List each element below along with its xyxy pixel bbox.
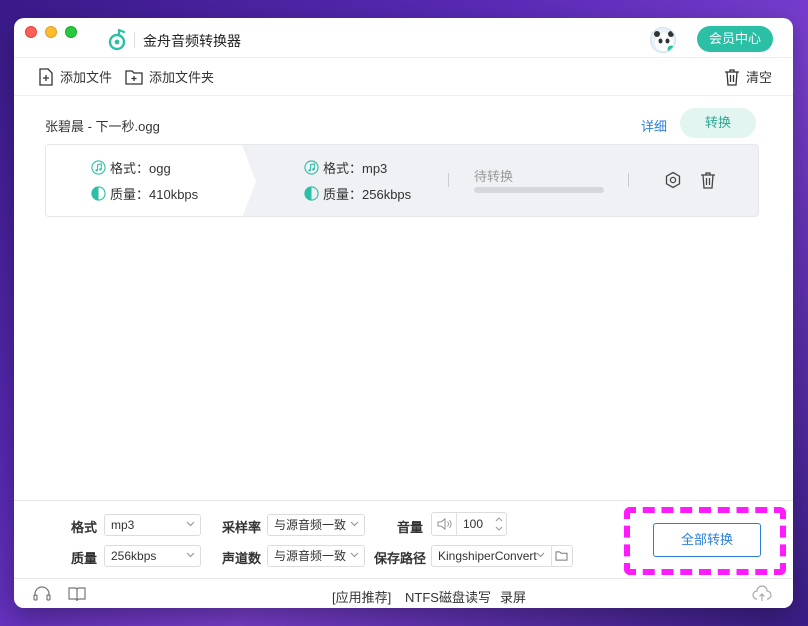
chevron-down-icon <box>350 552 359 558</box>
path-divider <box>551 546 552 566</box>
add-file-button[interactable]: 添加文件 <box>38 67 112 86</box>
title-bar: 金舟音频转换器 会员中心 <box>14 18 793 58</box>
target-format-label: 格式：mp3 <box>323 161 388 176</box>
volume-divider <box>456 513 457 535</box>
add-file-label: 添加文件 <box>60 70 113 85</box>
progress-bar <box>474 187 604 193</box>
folder-icon[interactable] <box>555 550 568 561</box>
toolbar: 添加文件 添加文件夹 清空 <box>14 58 793 96</box>
source-info <box>46 145 242 216</box>
app-recommend-link[interactable]: [应用推荐] <box>332 587 391 606</box>
sample-rate-value: 与源音频一致 <box>274 518 347 532</box>
close-window-button[interactable] <box>25 26 37 38</box>
source-format-label: 格式：ogg <box>110 161 171 176</box>
add-folder-button[interactable]: 添加文件夹 <box>125 67 214 86</box>
save-path-label: 保存路径 <box>374 551 427 566</box>
add-folder-label: 添加文件夹 <box>149 70 215 85</box>
headset-icon[interactable] <box>32 585 52 603</box>
chevron-down-icon <box>536 552 545 558</box>
app-window: 金舟音频转换器 会员中心 添加文件 添加文件夹 清空 张碧晨 - 下一秒.ogg… <box>14 18 793 608</box>
music-note-icon <box>304 160 319 175</box>
ntfs-link[interactable]: NTFS磁盘读写 <box>405 587 491 606</box>
quality-icon <box>91 186 106 201</box>
convert-button[interactable]: 转换 <box>680 108 756 138</box>
card-arrow-shape <box>234 145 256 216</box>
detail-link[interactable]: 详细 <box>641 116 667 135</box>
panda-avatar-icon <box>654 31 675 52</box>
chevron-down-icon <box>186 521 195 527</box>
app-title: 金舟音频转换器 <box>143 33 241 49</box>
chevron-down-icon <box>350 521 359 527</box>
divider <box>448 173 449 187</box>
speaker-icon <box>437 517 452 531</box>
volume-stepper-icon[interactable] <box>494 513 504 535</box>
quality-select[interactable]: 256kbps <box>104 545 201 567</box>
minimize-window-button[interactable] <box>45 26 57 38</box>
file-name: 张碧晨 - 下一秒.ogg <box>45 119 160 134</box>
target-quality: 质量：256kbps <box>304 184 411 203</box>
status-text: 待转换 <box>474 169 514 184</box>
clear-label: 清空 <box>746 70 773 85</box>
trash-icon <box>725 68 739 86</box>
music-note-icon <box>91 160 106 175</box>
format-value: mp3 <box>111 518 135 532</box>
save-path-value: KingshiperConvert <box>438 549 537 563</box>
vip-center-button[interactable]: 会员中心 <box>697 26 773 52</box>
highlight-annotation <box>624 507 786 575</box>
channel-value: 与源音频一致 <box>274 549 347 563</box>
format-label: 格式 <box>71 520 98 535</box>
sample-rate-label: 采样率 <box>222 520 262 535</box>
user-avatar[interactable] <box>650 27 676 53</box>
clear-button[interactable]: 清空 <box>724 67 772 86</box>
quality-icon <box>304 186 319 201</box>
source-quality-label: 质量：410kbps <box>110 187 199 202</box>
app-logo-icon <box>108 29 126 51</box>
volume-label: 音量 <box>397 520 424 535</box>
footer: [应用推荐] NTFS磁盘读写 录屏 <box>14 578 793 608</box>
cloud-upload-icon[interactable] <box>752 585 772 603</box>
channel-label: 声道数 <box>222 551 262 566</box>
divider <box>628 173 629 187</box>
format-select[interactable]: mp3 <box>104 514 201 536</box>
source-quality: 质量：410kbps <box>91 184 198 203</box>
book-icon[interactable] <box>67 585 87 603</box>
chevron-down-icon <box>186 552 195 558</box>
title-separator <box>134 32 135 48</box>
target-format: 格式：mp3 <box>304 158 387 177</box>
quality-value: 256kbps <box>111 549 157 563</box>
add-file-icon <box>39 67 53 86</box>
save-path-select[interactable]: KingshiperConvert <box>431 545 573 567</box>
volume-control[interactable]: 100 <box>431 512 507 536</box>
quality-label: 质量 <box>71 551 98 566</box>
settings-icon[interactable] <box>664 171 682 189</box>
delete-icon[interactable] <box>699 171 717 189</box>
add-folder-icon <box>125 69 143 85</box>
sample-rate-select[interactable]: 与源音频一致 <box>267 514 365 536</box>
volume-value: 100 <box>463 517 484 531</box>
source-format: 格式：ogg <box>91 158 171 177</box>
channel-select[interactable]: 与源音频一致 <box>267 545 365 567</box>
target-quality-label: 质量：256kbps <box>323 187 412 202</box>
screen-record-link[interactable]: 录屏 <box>500 587 526 606</box>
maximize-window-button[interactable] <box>65 26 77 38</box>
file-card: 格式：ogg 质量：410kbps 格式：mp3 质量：256kbps 待转换 <box>45 144 759 217</box>
